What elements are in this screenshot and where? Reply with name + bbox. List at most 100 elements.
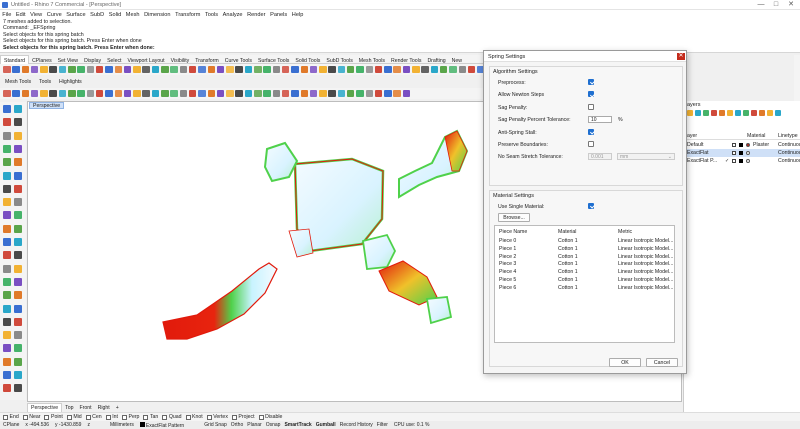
toolbar-button-icon[interactable] (365, 65, 374, 74)
menu-help[interactable]: Help (290, 10, 306, 18)
side-tool-icon[interactable] (3, 304, 11, 313)
toolbar-button-icon[interactable] (346, 89, 355, 98)
field-number-input[interactable]: 10 (588, 115, 612, 123)
toggle-record-history[interactable]: Record History (340, 422, 373, 428)
osnap-int[interactable]: Int (105, 414, 118, 420)
side-tool-icon[interactable] (14, 105, 22, 113)
dialog-close-button[interactable]: ✕ (677, 53, 685, 60)
side-tool-icon[interactable] (3, 251, 11, 260)
layer-tool-icon[interactable] (759, 110, 765, 116)
toolbar-button-icon[interactable] (300, 65, 308, 74)
toolbar-button-icon[interactable] (207, 89, 216, 98)
side-tool-icon[interactable] (3, 291, 11, 300)
side-tool-icon[interactable] (3, 317, 11, 326)
table-row[interactable]: Piece 4 Cotton 1 Linear Isotropic Model... (495, 269, 674, 277)
toolbar-button-icon[interactable] (384, 65, 392, 74)
toolbar-button-icon[interactable] (114, 65, 123, 74)
field-checkbox[interactable] (588, 128, 594, 135)
tab-mesh-tools-2[interactable]: Mesh Tools (5, 79, 31, 85)
toolbar-button-icon[interactable] (95, 89, 104, 98)
side-tool-icon[interactable] (14, 238, 22, 246)
side-tool-icon[interactable] (14, 144, 22, 153)
toolbar-button-icon[interactable] (244, 89, 253, 98)
side-tool-icon[interactable] (14, 317, 22, 326)
osnap-checkbox[interactable] (258, 414, 264, 420)
unit-dropdown[interactable]: mm ⌄ (617, 152, 675, 160)
layer-tool-icon[interactable] (727, 110, 733, 116)
side-tool-icon[interactable] (14, 304, 22, 313)
browse-button[interactable]: Browse... (498, 213, 530, 222)
column-material-header[interactable]: Material (558, 229, 576, 235)
ok-button[interactable]: OK (609, 358, 641, 367)
toggle-osnap[interactable]: Osnap (266, 422, 281, 428)
toolbar-button-icon[interactable] (356, 89, 364, 98)
viewport-label[interactable]: Perspective (29, 102, 65, 109)
menu-view[interactable]: View (28, 10, 45, 18)
toolbar-button-icon[interactable] (281, 65, 290, 74)
toolbar-button-icon[interactable] (188, 65, 197, 74)
side-tool-icon[interactable] (3, 171, 11, 180)
toolbar-button-icon[interactable] (449, 65, 457, 74)
tab-right[interactable]: Right (95, 404, 113, 412)
toolbar-button-icon[interactable] (384, 89, 392, 98)
toolbar-button-icon[interactable] (123, 89, 132, 98)
tab-standard[interactable]: Standard (0, 55, 30, 64)
toolbar-button-icon[interactable] (30, 89, 39, 98)
osnap-checkbox[interactable] (85, 414, 91, 420)
toolbar-button-icon[interactable] (216, 65, 225, 74)
layer-tool-icon[interactable] (703, 110, 709, 116)
toolbar-button-icon[interactable] (467, 65, 476, 74)
menu-transform[interactable]: Transform (173, 10, 203, 18)
side-tool-icon[interactable] (3, 184, 11, 193)
layer-tool-icon[interactable] (687, 110, 693, 116)
toolbar-button-icon[interactable] (21, 89, 30, 98)
toolbar-button-icon[interactable] (49, 65, 57, 74)
toolbar-button-icon[interactable] (281, 89, 290, 98)
toolbar-button-icon[interactable] (3, 89, 11, 98)
material-swatch-icon[interactable] (746, 159, 750, 163)
layer-tool-icon[interactable] (711, 110, 717, 116)
toolbar-button-icon[interactable] (272, 65, 281, 74)
osnap-checkbox[interactable] (22, 414, 28, 420)
side-tool-icon[interactable] (14, 291, 22, 300)
toolbar-button-icon[interactable] (95, 65, 104, 74)
toolbar-button-icon[interactable] (40, 89, 48, 98)
menu-curve[interactable]: Curve (44, 10, 64, 18)
osnap-vertex[interactable]: Vertex (206, 414, 228, 420)
toolbar-button-icon[interactable] (226, 65, 234, 74)
toolbar-button-icon[interactable] (77, 65, 85, 74)
column-layer[interactable]: ayer (687, 133, 697, 139)
toggle-smarttrack[interactable]: SmartTrack (284, 422, 311, 428)
osnap-point[interactable]: Point (44, 414, 63, 420)
osnap-checkbox[interactable] (121, 414, 127, 420)
add-viewport-button[interactable]: + (113, 404, 122, 412)
toolbar-button-icon[interactable] (170, 65, 178, 74)
toolbar-button-icon[interactable] (263, 65, 271, 74)
menu-analyze[interactable]: Analyze (220, 10, 245, 18)
toolbar-button-icon[interactable] (458, 65, 467, 74)
layer-tool-icon[interactable] (775, 110, 781, 116)
toolbar-button-icon[interactable] (216, 89, 225, 98)
tab-top[interactable]: Top (62, 404, 76, 412)
toolbar-button-icon[interactable] (161, 89, 169, 98)
layer-color-icon[interactable] (739, 143, 743, 147)
toolbar-button-icon[interactable] (12, 65, 20, 74)
toolbar-button-icon[interactable] (272, 89, 281, 98)
field-checkbox[interactable] (588, 103, 594, 110)
osnap-cen[interactable]: Cen (85, 414, 102, 420)
toolbar-button-icon[interactable] (3, 65, 11, 74)
toolbar-button-icon[interactable] (207, 65, 216, 74)
column-piece-name[interactable]: Piece Name (499, 229, 527, 235)
units-label[interactable]: Millimeters (110, 422, 134, 428)
toolbar-button-icon[interactable] (142, 89, 150, 98)
toolbar-button-icon[interactable] (346, 65, 355, 74)
toolbar-button-icon[interactable] (68, 89, 76, 98)
osnap-knot[interactable]: Knot (185, 414, 203, 420)
toolbar-button-icon[interactable] (412, 65, 420, 74)
use-single-material-checkbox[interactable] (588, 203, 594, 209)
menu-mesh[interactable]: Mesh (124, 10, 142, 18)
toolbar-button-icon[interactable] (30, 65, 39, 74)
layer-color-icon[interactable] (739, 151, 743, 155)
osnap-near[interactable]: Near (22, 414, 40, 420)
toggle-filter[interactable]: Filter (377, 422, 388, 428)
